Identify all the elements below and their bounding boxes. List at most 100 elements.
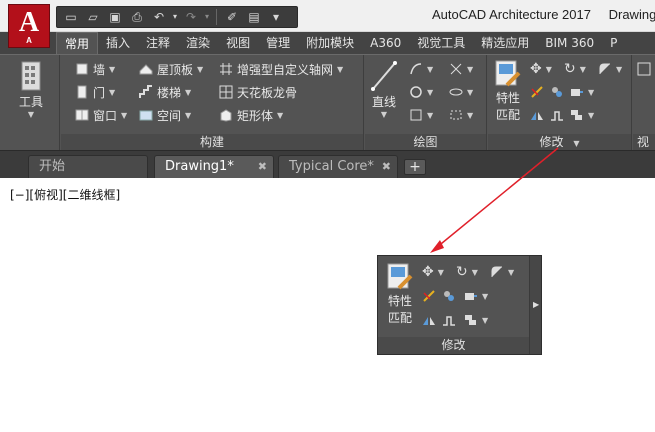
- tab-bim360[interactable]: BIM 360: [537, 32, 602, 54]
- window-button[interactable]: 窗口 ▼: [75, 105, 127, 125]
- redo-dropdown-icon[interactable]: ▾: [203, 8, 211, 26]
- float-mirror-button[interactable]: [422, 310, 436, 330]
- viewport-controls[interactable]: [−][俯视][二维线框]: [10, 186, 120, 203]
- box-icon: [220, 109, 232, 122]
- tab-render[interactable]: 渲染: [178, 32, 218, 54]
- build-panel-label[interactable]: 构建: [61, 134, 363, 151]
- stair-button[interactable]: 楼梯 ▼: [139, 82, 191, 102]
- scale-icon: [551, 111, 563, 121]
- space-button[interactable]: 空间 ▼: [139, 105, 191, 125]
- line-button[interactable]: 直线 ▼: [367, 59, 401, 119]
- doc-tab-typical-core[interactable]: Typical Core* ✖: [278, 155, 398, 179]
- ceiling-grid-icon: [219, 85, 233, 99]
- door-label: 门: [93, 85, 106, 100]
- stair-icon: [139, 85, 152, 98]
- float-fillet-button[interactable]: ▼: [490, 262, 514, 282]
- mass-element-dropdown-icon: ▼: [277, 110, 284, 120]
- float-move-button[interactable]: ✥ ▼: [422, 262, 444, 282]
- door-button[interactable]: 门 ▼: [75, 82, 115, 102]
- polyline-button[interactable]: ▼: [409, 59, 433, 79]
- tab-manage[interactable]: 管理: [258, 32, 298, 54]
- float-stretch-button[interactable]: ▼: [464, 286, 488, 306]
- fillet-icon: [491, 266, 502, 277]
- circle-icon: [410, 86, 422, 98]
- hatch-button[interactable]: ▼: [409, 105, 433, 125]
- app-logo-sub: A: [26, 36, 32, 45]
- move-button[interactable]: ✥ ▼: [530, 59, 552, 79]
- save-icon[interactable]: ▣: [105, 8, 125, 26]
- ellipse-button[interactable]: ▼: [449, 82, 473, 102]
- undo-icon[interactable]: ↶: [149, 8, 169, 26]
- stretch-button[interactable]: ▼: [570, 82, 594, 102]
- close-icon[interactable]: ✖: [382, 156, 391, 178]
- roof-slab-button[interactable]: 屋顶板 ▼: [139, 59, 203, 79]
- stretch-icon: [465, 293, 477, 300]
- match-properties-button[interactable]: 特性 匹配: [490, 59, 526, 123]
- float-rotate-button[interactable]: ↻ ▼: [456, 262, 478, 282]
- tab-featured-apps[interactable]: 精选应用: [473, 32, 537, 54]
- modify-panel-label[interactable]: 修改 ▼: [488, 134, 631, 151]
- draw-panel-label[interactable]: 绘图: [365, 134, 486, 151]
- tab-addins[interactable]: 附加模块: [298, 32, 362, 54]
- new-tab-button[interactable]: +: [404, 159, 426, 175]
- new-icon[interactable]: ▭: [61, 8, 81, 26]
- doc-tab-drawing1[interactable]: Drawing1* ✖: [154, 155, 274, 179]
- drawing-title-text: Drawing: [608, 7, 655, 22]
- tab-home[interactable]: 常用: [56, 32, 99, 54]
- circle-button[interactable]: ▼: [409, 82, 433, 102]
- grid-button[interactable]: 增强型自定义轴网 ▼: [219, 59, 343, 79]
- mirror-button[interactable]: [530, 105, 544, 125]
- tab-a360[interactable]: A360: [362, 32, 409, 54]
- floating-panel-handle[interactable]: ▶: [529, 256, 541, 354]
- float-scale-button[interactable]: [442, 310, 456, 330]
- undo-dropdown-icon[interactable]: ▾: [171, 8, 179, 26]
- copy-button[interactable]: [550, 82, 564, 102]
- view-panel-label[interactable]: 视: [633, 134, 655, 151]
- print-icon[interactable]: ⎙: [127, 8, 147, 26]
- hatch-icon: [410, 109, 422, 121]
- tab-view[interactable]: 视图: [218, 32, 258, 54]
- doc-tab-start[interactable]: 开始: [28, 155, 148, 179]
- construction-line-button[interactable]: ▼: [449, 59, 473, 79]
- rotate-button[interactable]: ↻ ▼: [564, 59, 586, 79]
- redo-icon[interactable]: ↷: [181, 8, 201, 26]
- xline-icon: [450, 63, 462, 75]
- polyline-icon: [410, 63, 422, 75]
- open-icon[interactable]: ▱: [83, 8, 103, 26]
- wall-button[interactable]: 墙 ▼: [75, 59, 115, 79]
- array-button[interactable]: ▼: [570, 105, 594, 125]
- modify-panel-expand-icon[interactable]: ▼: [573, 139, 579, 148]
- customize-dropdown-icon[interactable]: ▾: [266, 8, 286, 26]
- build-panel: 墙 ▼ 门 ▼ 窗口 ▼ 屋顶板 ▼ 楼梯 ▼ 空间 ▼ 增强型自定义轴网 ▼ …: [61, 55, 364, 151]
- float-trim-button[interactable]: [422, 286, 436, 306]
- trim-icon: [423, 290, 435, 302]
- stair-label: 楼梯: [157, 85, 182, 100]
- application-menu-button[interactable]: A A: [8, 4, 50, 48]
- drawing-canvas[interactable]: [−][俯视][二维线框]: [0, 178, 655, 432]
- tab-insert[interactable]: 插入: [98, 32, 138, 54]
- fillet-button[interactable]: ▼: [598, 59, 622, 79]
- floating-panel-label: 修改: [378, 337, 529, 354]
- tab-more[interactable]: P: [602, 32, 625, 54]
- door-icon: [77, 85, 87, 99]
- float-copy-button[interactable]: [442, 286, 456, 306]
- float-match-properties-button[interactable]: 特性 匹配: [382, 262, 418, 326]
- tools-button[interactable]: 工具 ▼: [14, 61, 48, 119]
- match-properties-icon[interactable]: ✐: [222, 8, 242, 26]
- tab-visual-tools[interactable]: 视觉工具: [409, 32, 473, 54]
- scale-button[interactable]: [550, 105, 564, 125]
- close-icon[interactable]: ✖: [258, 156, 267, 178]
- properties-icon[interactable]: ▤: [244, 8, 264, 26]
- fillet-dropdown-icon: ▼: [508, 267, 515, 277]
- view-partial-icon[interactable]: [637, 59, 651, 79]
- float-array-button[interactable]: ▼: [464, 310, 488, 330]
- match-properties-label-1: 特性: [495, 91, 520, 105]
- tab-annotate[interactable]: 注释: [138, 32, 178, 54]
- mass-element-button[interactable]: 矩形体 ▼: [219, 105, 283, 125]
- trim-button[interactable]: [530, 82, 544, 102]
- float-match-label-1: 特性: [387, 294, 412, 308]
- return-to-ribbon-icon[interactable]: ▶: [533, 300, 539, 309]
- ceiling-grid-button[interactable]: 天花板龙骨: [219, 82, 297, 102]
- rectangle-button[interactable]: ▼: [449, 105, 473, 125]
- trim-icon: [531, 86, 543, 98]
